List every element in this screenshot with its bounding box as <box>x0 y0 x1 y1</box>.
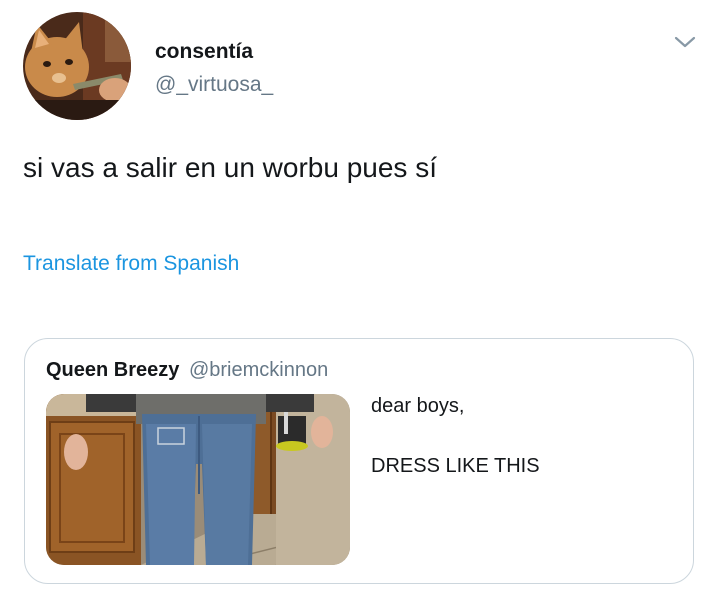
quoted-tweet-media[interactable] <box>46 394 350 565</box>
quoted-tweet-card[interactable]: Queen Breezy @briemckinnon dear boys, DR… <box>24 338 694 584</box>
chevron-down-icon <box>674 36 696 48</box>
quoted-tweet-header: Queen Breezy @briemckinnon <box>46 359 328 382</box>
quoted-author-handle: @briemckinnon <box>188 359 329 381</box>
author-handle[interactable]: @_virtuosa_ <box>155 73 273 97</box>
cat-avatar-icon <box>23 12 131 120</box>
author-display-name[interactable]: consentía <box>155 40 253 64</box>
tweet-text: si vas a salir en un worbu pues sí <box>23 152 437 183</box>
tweet-menu-button[interactable] <box>670 30 700 54</box>
quoted-author-name: Queen Breezy <box>46 359 180 381</box>
quoted-tweet-text-line2: DRESS LIKE THIS <box>371 455 540 477</box>
quoted-tweet-text-line1: dear boys, <box>371 395 465 417</box>
author-avatar[interactable] <box>23 12 131 120</box>
photo-thumbnail <box>46 394 350 565</box>
translate-link[interactable]: Translate from Spanish <box>23 252 239 276</box>
